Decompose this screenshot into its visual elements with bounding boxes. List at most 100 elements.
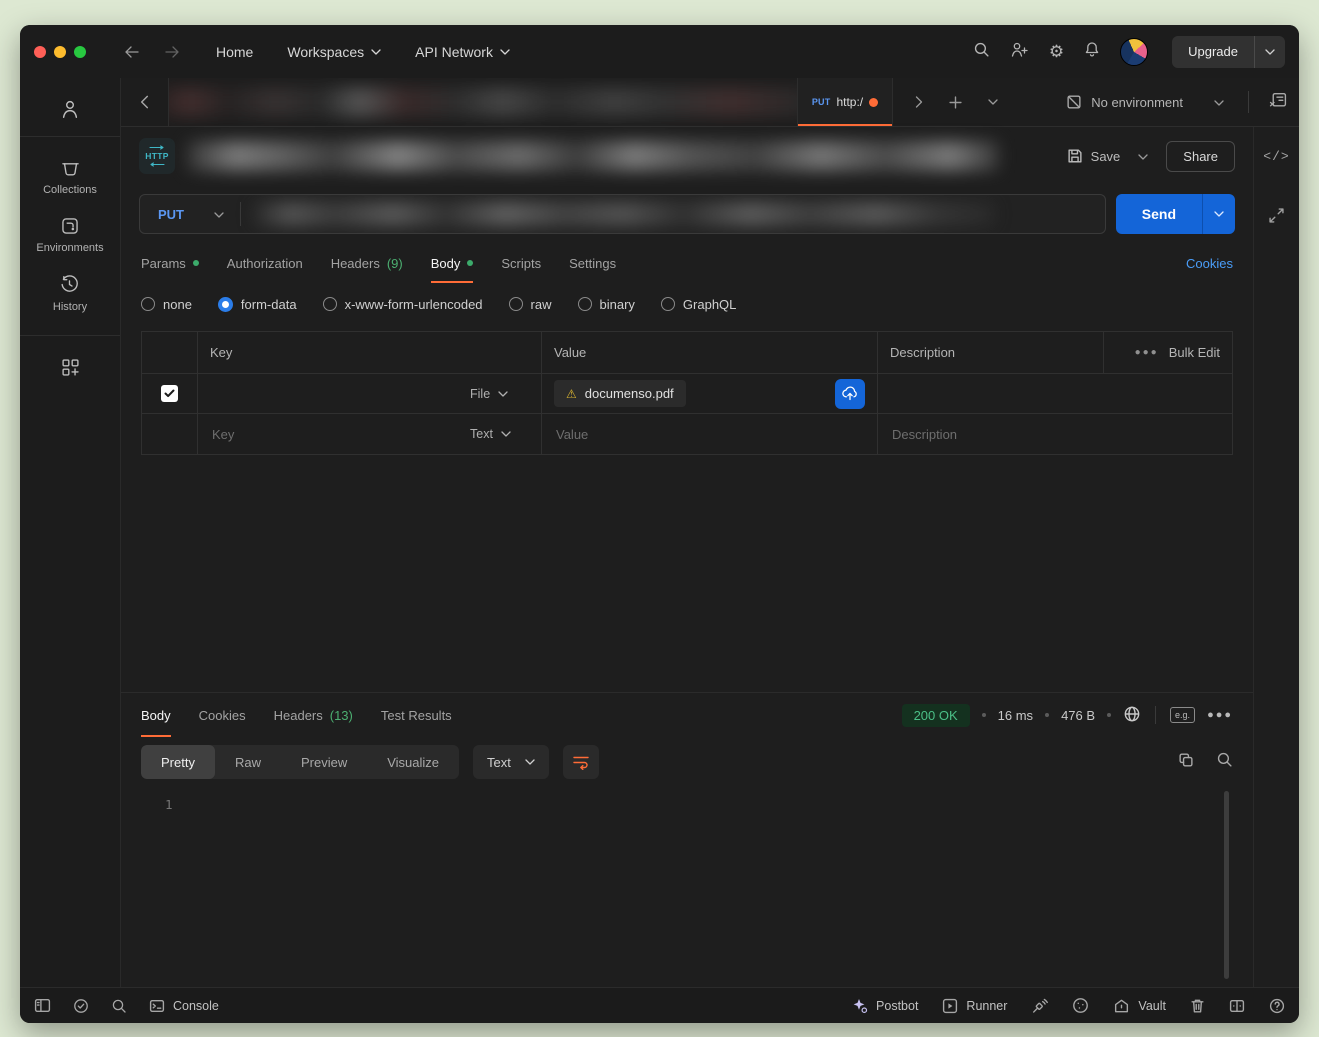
- radio-none[interactable]: none: [141, 297, 192, 312]
- sidebar-item-more-tools[interactable]: [61, 348, 80, 387]
- save-options-chevron[interactable]: [1134, 147, 1152, 165]
- sidebar-item-history[interactable]: History: [53, 264, 87, 323]
- chevron-down-icon: [371, 49, 381, 55]
- response-body-editor[interactable]: 1: [121, 787, 1253, 987]
- history-forward-icon[interactable]: [164, 45, 180, 59]
- response-tab-body[interactable]: Body: [141, 693, 171, 737]
- save-button[interactable]: Save: [1067, 148, 1121, 164]
- response-tab-test-results[interactable]: Test Results: [381, 693, 452, 737]
- network-globe-icon[interactable]: [1123, 705, 1141, 726]
- runner-button[interactable]: Runner: [942, 998, 1007, 1014]
- redacted-tabs[interactable]: [169, 78, 797, 126]
- send-button[interactable]: Send: [1116, 194, 1202, 234]
- response-language-dropdown[interactable]: Text: [473, 745, 549, 779]
- search-response-icon[interactable]: [1216, 751, 1233, 773]
- response-more-options-icon[interactable]: ●●●: [1207, 709, 1233, 721]
- response-tab-cookies[interactable]: Cookies: [199, 693, 246, 737]
- upgrade-button[interactable]: Upgrade: [1172, 36, 1254, 68]
- tab-headers[interactable]: Headers (9): [331, 243, 403, 283]
- key-cell[interactable]: [198, 374, 458, 413]
- selected-file-chip[interactable]: ⚠ documenso.pdf: [554, 380, 686, 407]
- method-dropdown[interactable]: PUT: [140, 205, 240, 223]
- expand-pane-icon[interactable]: [1269, 208, 1284, 228]
- invite-user-icon[interactable]: [1010, 41, 1029, 63]
- value-type-dropdown[interactable]: Text: [458, 414, 542, 454]
- tab-options-chevron[interactable]: [988, 99, 998, 105]
- description-input[interactable]: [890, 426, 1220, 443]
- description-input[interactable]: [890, 385, 1220, 402]
- search-icon[interactable]: [973, 41, 990, 63]
- bulk-edit-button[interactable]: ●●● Bulk Edit: [1104, 332, 1232, 373]
- console-button[interactable]: Console: [149, 999, 219, 1013]
- key-input[interactable]: [210, 426, 446, 443]
- radio-form-data[interactable]: form-data: [218, 297, 297, 312]
- status-badge[interactable]: 200 OK: [902, 704, 970, 727]
- more-options-icon: ●●●: [1135, 347, 1159, 358]
- view-preview[interactable]: Preview: [281, 745, 367, 779]
- key-input[interactable]: [210, 385, 446, 402]
- cookies-icon[interactable]: [1072, 997, 1089, 1014]
- copy-response-icon[interactable]: [1178, 752, 1194, 773]
- sidebar-item-profile[interactable]: [59, 92, 81, 124]
- wrap-text-icon[interactable]: [563, 745, 599, 779]
- zoom-window-button[interactable]: [74, 46, 86, 58]
- tab-params[interactable]: Params: [141, 243, 199, 283]
- radio-binary[interactable]: binary: [578, 297, 635, 312]
- cookies-link[interactable]: Cookies: [1186, 256, 1233, 271]
- environment-quick-look-icon[interactable]: [1269, 92, 1287, 113]
- view-visualize[interactable]: Visualize: [367, 745, 459, 779]
- upload-file-button[interactable]: [835, 379, 865, 409]
- sidebar-item-environments[interactable]: Environments: [36, 206, 103, 264]
- save-as-example-button[interactable]: e.g.: [1170, 707, 1195, 723]
- key-cell[interactable]: [198, 414, 458, 454]
- nav-home[interactable]: Home: [216, 44, 253, 60]
- redacted-url-input[interactable]: [253, 202, 995, 226]
- tab-active-request[interactable]: PUT http:/: [797, 78, 893, 126]
- toggle-sidebar-icon[interactable]: [34, 998, 51, 1013]
- api-health-check-icon[interactable]: [73, 998, 89, 1014]
- help-icon[interactable]: [1269, 998, 1285, 1014]
- tab-authorization[interactable]: Authorization: [227, 243, 303, 283]
- tab-scripts[interactable]: Scripts: [501, 243, 541, 283]
- notifications-bell-icon[interactable]: [1084, 41, 1100, 63]
- view-raw[interactable]: Raw: [215, 745, 281, 779]
- upgrade-menu-button[interactable]: [1255, 36, 1285, 68]
- row-checkbox-checked[interactable]: [161, 385, 178, 402]
- radio-graphql[interactable]: GraphQL: [661, 297, 736, 312]
- capture-requests-icon[interactable]: [1031, 998, 1048, 1014]
- tab-settings[interactable]: Settings: [569, 243, 616, 283]
- send-options-chevron[interactable]: [1203, 194, 1235, 234]
- trash-icon[interactable]: [1190, 998, 1205, 1014]
- sidebar-item-collections[interactable]: Collections: [43, 149, 97, 206]
- radio-raw[interactable]: raw: [509, 297, 552, 312]
- value-type-dropdown[interactable]: File: [458, 374, 542, 413]
- postbot-button[interactable]: Postbot: [852, 998, 918, 1014]
- radio-x-www-form-urlencoded[interactable]: x-www-form-urlencoded: [323, 297, 483, 312]
- nav-api-network[interactable]: API Network: [415, 44, 510, 60]
- response-tab-headers[interactable]: Headers (13): [274, 693, 353, 737]
- value-cell[interactable]: [542, 414, 878, 454]
- find-and-replace-icon[interactable]: [111, 998, 127, 1014]
- view-pretty[interactable]: Pretty: [141, 745, 215, 779]
- environment-selector[interactable]: No environment: [1066, 93, 1224, 111]
- two-pane-layout-icon[interactable]: [1229, 999, 1245, 1013]
- description-cell[interactable]: [878, 414, 1232, 454]
- settings-gear-icon[interactable]: ⚙: [1049, 43, 1064, 60]
- vault-button[interactable]: Vault: [1113, 998, 1166, 1014]
- value-input[interactable]: [554, 426, 865, 443]
- divider: [20, 136, 120, 137]
- minimize-window-button[interactable]: [54, 46, 66, 58]
- vertical-scrollbar[interactable]: [1224, 791, 1229, 979]
- history-back-icon[interactable]: [124, 45, 140, 59]
- tab-body[interactable]: Body: [431, 243, 474, 283]
- share-button[interactable]: Share: [1166, 141, 1235, 172]
- code-snippet-icon[interactable]: </>: [1263, 149, 1289, 164]
- description-cell[interactable]: [878, 374, 1232, 413]
- new-tab-button[interactable]: [949, 96, 962, 109]
- redacted-request-name[interactable]: [187, 141, 999, 171]
- scroll-tabs-right-button[interactable]: [915, 96, 923, 108]
- scroll-tabs-left-button[interactable]: [121, 78, 169, 126]
- nav-workspaces[interactable]: Workspaces: [287, 44, 381, 60]
- close-window-button[interactable]: [34, 46, 46, 58]
- user-avatar[interactable]: [1120, 38, 1148, 66]
